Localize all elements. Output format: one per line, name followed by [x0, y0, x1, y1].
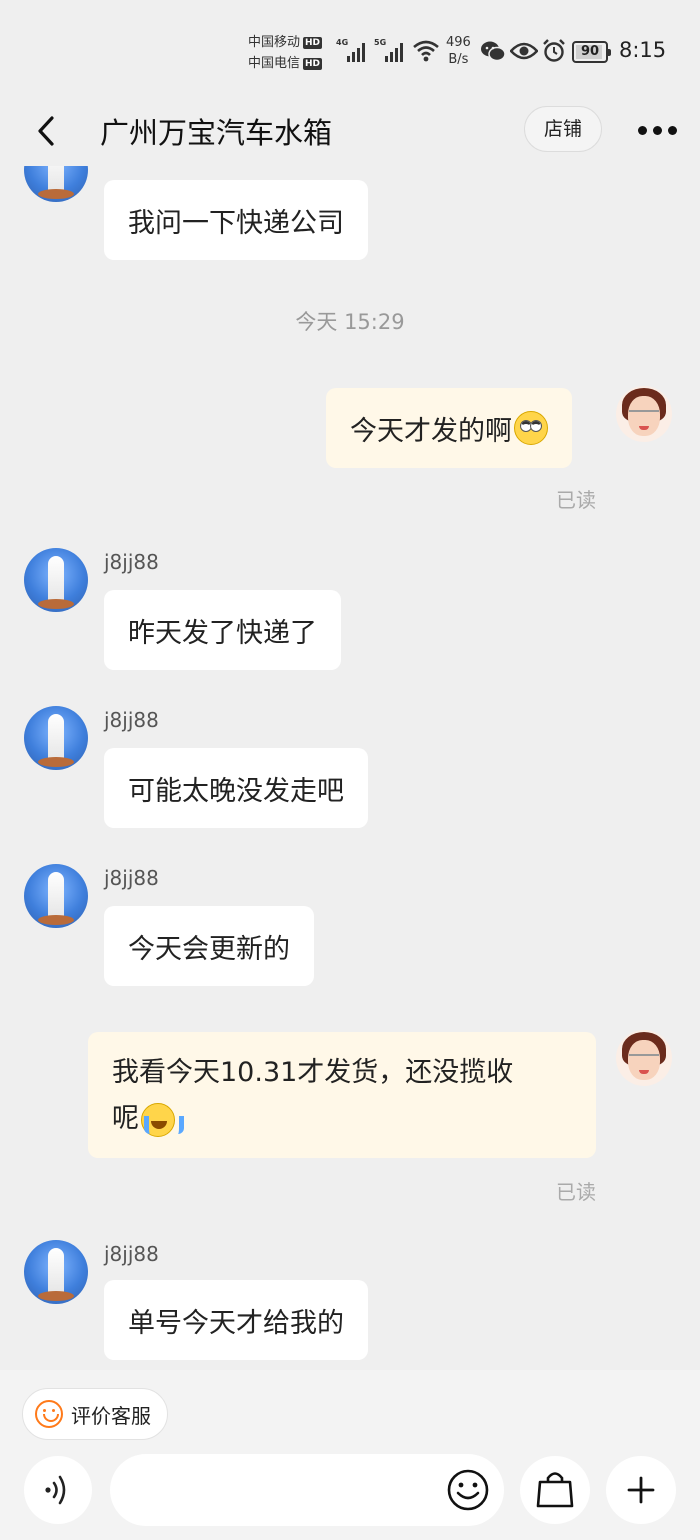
message-bubble[interactable]: 可能太晚没发走吧 — [104, 748, 368, 828]
more-options-icon[interactable] — [638, 126, 678, 136]
message-bubble[interactable]: 今天会更新的 — [104, 906, 314, 986]
rate-service-button[interactable]: 评价客服 — [22, 1388, 168, 1440]
read-receipt: 已读 — [556, 1180, 596, 1204]
crying-emoji-icon — [141, 1102, 184, 1137]
product-button[interactable] — [520, 1456, 590, 1524]
seller-avatar[interactable] — [24, 548, 88, 612]
chat-timestamp: 今天 15:29 — [295, 310, 405, 334]
my-message-bubble[interactable]: 我看今天10.31才发货，还没揽收 呢 — [88, 1032, 596, 1158]
my-avatar[interactable] — [616, 386, 672, 442]
status-time: 8:15 — [619, 38, 667, 62]
message-input[interactable] — [110, 1454, 504, 1526]
carrier-2: 中国电信 — [248, 56, 301, 71]
seller-avatar[interactable] — [24, 864, 88, 928]
message-text: 今天才发的啊 — [350, 415, 512, 447]
voice-input-button[interactable] — [24, 1456, 92, 1524]
wechat-icon — [481, 41, 506, 62]
wifi-icon — [413, 40, 439, 62]
message-text: 可能太晚没发走吧 — [128, 775, 344, 807]
message-text: 呢 — [112, 1103, 139, 1134]
shopping-bag-icon — [536, 1472, 574, 1508]
emoji-button-icon[interactable] — [446, 1468, 490, 1512]
network-speed: 496 B/s — [446, 35, 471, 67]
seller-avatar[interactable] — [24, 706, 88, 770]
my-avatar[interactable] — [616, 1030, 672, 1086]
smile-icon — [35, 1400, 63, 1428]
status-bar: 中国移动 HD 中国电信 HD 4G 5G 496 B/s 90 8:15 — [0, 0, 700, 96]
message-bubble[interactable]: 昨天发了快递了 — [104, 590, 341, 670]
my-message-bubble[interactable]: 今天才发的啊 — [326, 388, 572, 468]
message-text: 单号今天才给我的 — [128, 1307, 344, 1339]
battery-icon: 90 — [572, 41, 611, 63]
more-actions-button[interactable] — [606, 1456, 676, 1524]
hd-badge: HD — [303, 58, 323, 70]
message-bubble[interactable]: 我问一下快递公司 — [104, 180, 368, 260]
carrier-1: 中国移动 — [248, 35, 301, 50]
plus-icon — [627, 1476, 655, 1504]
seller-avatar[interactable] — [24, 166, 88, 202]
shop-button[interactable]: 店铺 — [524, 106, 602, 152]
alarm-icon — [543, 39, 565, 62]
sender-name: j8jj88 — [104, 550, 159, 574]
seller-avatar[interactable] — [24, 1240, 88, 1304]
message-text: 我问一下快递公司 — [128, 207, 344, 239]
message-text: 今天会更新的 — [128, 933, 290, 965]
back-arrow-icon[interactable] — [32, 114, 62, 148]
page-title: 广州万宝汽车水箱 — [100, 116, 333, 150]
input-panel: 评价客服 — [0, 1370, 700, 1540]
eye-icon — [510, 42, 538, 60]
carrier-info: 中国移动 HD 中国电信 HD — [248, 32, 323, 74]
chat-message-list[interactable]: 我问一下快递公司 今天 15:29 今天才发的啊 已读 j8jj88 昨天发了快… — [0, 166, 700, 1370]
chat-header: 广州万宝汽车水箱 店铺 — [0, 96, 700, 166]
message-text: 昨天发了快递了 — [128, 617, 317, 649]
voice-icon — [45, 1475, 66, 1505]
message-bubble[interactable]: 单号今天才给我的 — [104, 1280, 368, 1360]
sender-name: j8jj88 — [104, 1242, 159, 1266]
battery-level: 90 — [580, 44, 600, 59]
rate-service-label: 评价客服 — [71, 1403, 151, 1428]
sender-name: j8jj88 — [104, 866, 159, 890]
sender-name: j8jj88 — [104, 708, 159, 732]
eye-roll-emoji-icon — [514, 411, 548, 445]
hd-badge: HD — [303, 37, 323, 49]
message-text: 我看今天10.31才发货，还没揽收 — [112, 1057, 514, 1088]
read-receipt: 已读 — [556, 488, 596, 512]
